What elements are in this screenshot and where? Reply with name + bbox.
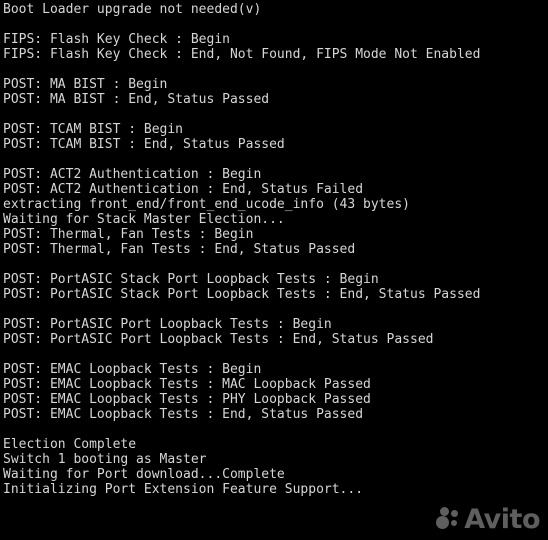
console-log-line: POST: EMAC Loopback Tests : PHY Loopback… xyxy=(3,392,371,407)
console-log-line: POST: PortASIC Stack Port Loopback Tests… xyxy=(3,272,379,287)
console-log-line: POST: PortASIC Port Loopback Tests : Beg… xyxy=(3,317,332,332)
console-log-line: FIPS: Flash Key Check : Begin xyxy=(3,32,230,47)
console-log-line: Waiting for Port download...Complete xyxy=(3,467,285,482)
console-log-line: POST: ACT2 Authentication : Begin xyxy=(3,167,262,182)
console-log-line: Initializing Port Extension Feature Supp… xyxy=(3,482,364,497)
console-log-line: POST: ACT2 Authentication : End, Status … xyxy=(3,182,364,197)
avito-logo-icon xyxy=(436,507,461,531)
console-log-line: POST: Thermal, Fan Tests : End, Status P… xyxy=(3,242,356,257)
console-log-line: Switch 1 booting as Master xyxy=(3,452,207,467)
console-log-line: POST: TCAM BIST : End, Status Passed xyxy=(3,137,285,152)
console-log-line: Election Complete xyxy=(3,437,137,452)
console-log-line: POST: MA BIST : End, Status Passed xyxy=(3,92,270,107)
avito-dot-medium-icon xyxy=(440,507,450,516)
console-log-line: POST: TCAM BIST : Begin xyxy=(3,122,184,137)
avito-dot-large-icon xyxy=(436,516,450,529)
console-log-line: extracting front_end/front_end_ucode_inf… xyxy=(3,197,410,212)
console-log-output: Boot Loader upgrade not needed(v) FIPS: … xyxy=(3,2,548,497)
console-log-line: POST: EMAC Loopback Tests : MAC Loopback… xyxy=(3,377,371,392)
console-log-line: FIPS: Flash Key Check : End, Not Found, … xyxy=(3,47,481,62)
console-log-line: POST: PortASIC Port Loopback Tests : End… xyxy=(3,332,434,347)
console-log-line: Waiting for Stack Master Election... xyxy=(3,212,285,227)
console-log-line: POST: PortASIC Stack Port Loopback Tests… xyxy=(3,287,481,302)
console-log-line: POST: EMAC Loopback Tests : Begin xyxy=(3,362,262,377)
console-log-line: POST: MA BIST : Begin xyxy=(3,77,168,92)
avito-dot-small-top-icon xyxy=(451,510,459,517)
boot-console: Boot Loader upgrade not needed(v) FIPS: … xyxy=(0,0,548,540)
avito-dot-small-bottom-icon xyxy=(451,520,458,526)
console-log-line: POST: Thermal, Fan Tests : Begin xyxy=(3,227,254,242)
avito-wordmark: Avito xyxy=(464,503,540,535)
avito-watermark: Avito xyxy=(436,504,540,534)
console-log-line: Boot Loader upgrade not needed(v) xyxy=(3,2,262,17)
console-log-line: POST: EMAC Loopback Tests : End, Status … xyxy=(3,407,364,422)
